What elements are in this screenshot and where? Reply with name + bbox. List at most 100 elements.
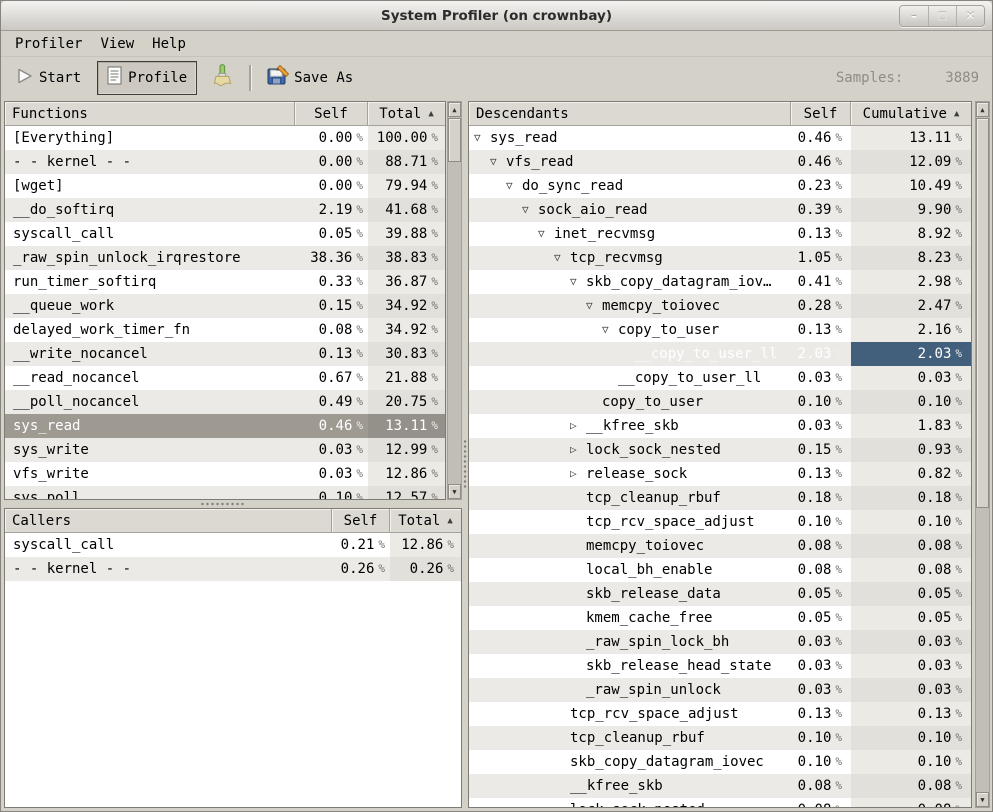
expander-open-icon[interactable]: ▽	[522, 198, 538, 222]
tree-row[interactable]: ▽copy_to_user0.13%2.16%	[469, 318, 971, 342]
tree-row[interactable]: skb_release_head_state0.03%0.03%	[469, 654, 971, 678]
table-row[interactable]: - - kernel - -0.26%0.26%	[5, 557, 461, 581]
scrollbar-thumb[interactable]	[448, 118, 461, 162]
table-row[interactable]: _raw_spin_unlock_irqrestore38.36%38.83%	[5, 246, 445, 270]
close-button[interactable]: ✕	[956, 6, 984, 26]
table-row[interactable]: syscall_call0.21%12.86%	[5, 533, 461, 557]
expander-open-icon[interactable]: ▽	[490, 150, 506, 174]
menu-profiler[interactable]: Profiler	[6, 33, 91, 55]
tree-row[interactable]: tcp_rcv_space_adjust0.10%0.10%	[469, 510, 971, 534]
start-button[interactable]: Start	[10, 64, 87, 92]
tree-row[interactable]: ▽inet_recvmsg0.13%8.92%	[469, 222, 971, 246]
tree-row[interactable]: ▷__kfree_skb0.03%1.83%	[469, 414, 971, 438]
column-header-callers[interactable]: Callers	[5, 509, 332, 533]
percent-sign: %	[835, 654, 842, 678]
tree-row[interactable]: lock_sock_nested0.08%0.08%	[469, 798, 971, 807]
table-row[interactable]: __poll_nocancel0.49%20.75%	[5, 390, 445, 414]
table-row[interactable]: sys_write0.03%12.99%	[5, 438, 445, 462]
percent-cell: 0.05%	[791, 606, 851, 630]
scroll-up-button[interactable]: ▲	[448, 102, 461, 117]
column-header-descendants[interactable]: Descendants	[469, 102, 791, 126]
expander-open-icon[interactable]: ▽	[554, 246, 570, 270]
column-header-self[interactable]: Self	[791, 102, 851, 126]
expander-closed-icon[interactable]: ▷	[570, 438, 586, 462]
tree-row[interactable]: kmem_cache_free0.05%0.05%	[469, 606, 971, 630]
expander-open-icon[interactable]: ▽	[474, 126, 490, 150]
percent-cell: 8.23%	[851, 246, 971, 270]
table-row[interactable]: vfs_write0.03%12.86%	[5, 462, 445, 486]
tree-row[interactable]: ▽tcp_recvmsg1.05%8.23%	[469, 246, 971, 270]
menu-help[interactable]: Help	[143, 33, 195, 55]
menu-view[interactable]: View	[91, 33, 143, 55]
column-header-functions[interactable]: Functions	[5, 102, 295, 126]
column-header-total[interactable]: Total▲	[390, 509, 461, 533]
descendants-vertical-scrollbar[interactable]: ▲ ▼	[975, 101, 990, 808]
tree-row[interactable]: local_bh_enable0.08%0.08%	[469, 558, 971, 582]
percent-value: 0.46	[319, 414, 353, 438]
column-header-self[interactable]: Self	[295, 102, 368, 126]
percent-value: 0.00	[319, 174, 353, 198]
scroll-down-button[interactable]: ▼	[448, 484, 461, 499]
table-row[interactable]: [wget]0.00%79.94%	[5, 174, 445, 198]
percent-cell: 100.00%	[368, 126, 445, 150]
reset-button[interactable]	[205, 61, 239, 95]
expander-open-icon[interactable]: ▽	[586, 294, 602, 318]
table-row[interactable]: syscall_call0.05%39.88%	[5, 222, 445, 246]
tree-row[interactable]: _raw_spin_unlock0.03%0.03%	[469, 678, 971, 702]
tree-row[interactable]: tcp_cleanup_rbuf0.18%0.18%	[469, 486, 971, 510]
horizontal-pane-splitter[interactable]	[4, 500, 462, 508]
percent-sign: %	[835, 702, 842, 726]
tree-row[interactable]: __copy_to_user_ll2.03%2.03%	[469, 342, 971, 366]
column-header-cumulative[interactable]: Cumulative▲	[851, 102, 971, 126]
save-as-button[interactable]: Save As	[261, 62, 359, 94]
percent-sign: %	[835, 558, 842, 582]
table-row[interactable]: sys_read0.46%13.11%	[5, 414, 445, 438]
expander-closed-icon[interactable]: ▷	[570, 414, 586, 438]
percent-cell: 0.10%	[295, 486, 368, 499]
tree-row[interactable]: __kfree_skb0.08%0.08%	[469, 774, 971, 798]
scroll-down-button[interactable]: ▼	[976, 792, 989, 807]
tree-row[interactable]: skb_copy_datagram_iovec0.10%0.10%	[469, 750, 971, 774]
table-row[interactable]: __write_nocancel0.13%30.83%	[5, 342, 445, 366]
titlebar[interactable]: System Profiler (on crownbay) – □ ✕	[1, 1, 992, 31]
expander-open-icon[interactable]: ▽	[602, 318, 618, 342]
tree-row[interactable]: copy_to_user0.10%0.10%	[469, 390, 971, 414]
table-row[interactable]: __do_softirq2.19%41.68%	[5, 198, 445, 222]
tree-row[interactable]: ▷release_sock0.13%0.82%	[469, 462, 971, 486]
function-name: _raw_spin_unlock	[586, 678, 721, 702]
tree-row[interactable]: ▽sys_read0.46%13.11%	[469, 126, 971, 150]
tree-row[interactable]: skb_release_data0.05%0.05%	[469, 582, 971, 606]
tree-row[interactable]: ▽skb_copy_datagram_iov…0.41%2.98%	[469, 270, 971, 294]
expander-open-icon[interactable]: ▽	[506, 174, 522, 198]
scrollbar-thumb[interactable]	[976, 118, 989, 508]
tree-row[interactable]: memcpy_toiovec0.08%0.08%	[469, 534, 971, 558]
table-row[interactable]: - - kernel - -0.00%88.71%	[5, 150, 445, 174]
table-row[interactable]: delayed_work_timer_fn0.08%34.92%	[5, 318, 445, 342]
percent-cell: 0.03%	[791, 366, 851, 390]
percent-sign: %	[431, 342, 438, 366]
column-header-total[interactable]: Total▲	[368, 102, 445, 126]
expander-open-icon[interactable]: ▽	[570, 270, 586, 294]
profile-toggle-button[interactable]: Profile	[97, 61, 197, 95]
tree-row[interactable]: ▽sock_aio_read0.39%9.90%	[469, 198, 971, 222]
table-row[interactable]: [Everything]0.00%100.00%	[5, 126, 445, 150]
expander-closed-icon[interactable]: ▷	[570, 462, 586, 486]
tree-row[interactable]: ▷lock_sock_nested0.15%0.93%	[469, 438, 971, 462]
tree-row[interactable]: ▽memcpy_toiovec0.28%2.47%	[469, 294, 971, 318]
tree-row[interactable]: __copy_to_user_ll0.03%0.03%	[469, 366, 971, 390]
maximize-button[interactable]: □	[928, 6, 956, 26]
tree-row[interactable]: ▽do_sync_read0.23%10.49%	[469, 174, 971, 198]
scroll-up-button[interactable]: ▲	[976, 102, 989, 117]
table-row[interactable]: run_timer_softirq0.33%36.87%	[5, 270, 445, 294]
minimize-button[interactable]: –	[900, 6, 928, 26]
column-header-self[interactable]: Self	[332, 509, 390, 533]
table-row[interactable]: __queue_work0.15%34.92%	[5, 294, 445, 318]
tree-row[interactable]: _raw_spin_lock_bh0.03%0.03%	[469, 630, 971, 654]
tree-row[interactable]: tcp_rcv_space_adjust0.13%0.13%	[469, 702, 971, 726]
table-row[interactable]: __read_nocancel0.67%21.88%	[5, 366, 445, 390]
table-row[interactable]: sys_poll0.10%12.57%	[5, 486, 445, 499]
tree-row[interactable]: tcp_cleanup_rbuf0.10%0.10%	[469, 726, 971, 750]
functions-vertical-scrollbar[interactable]: ▲ ▼	[447, 101, 462, 500]
expander-open-icon[interactable]: ▽	[538, 222, 554, 246]
tree-row[interactable]: ▽vfs_read0.46%12.09%	[469, 150, 971, 174]
